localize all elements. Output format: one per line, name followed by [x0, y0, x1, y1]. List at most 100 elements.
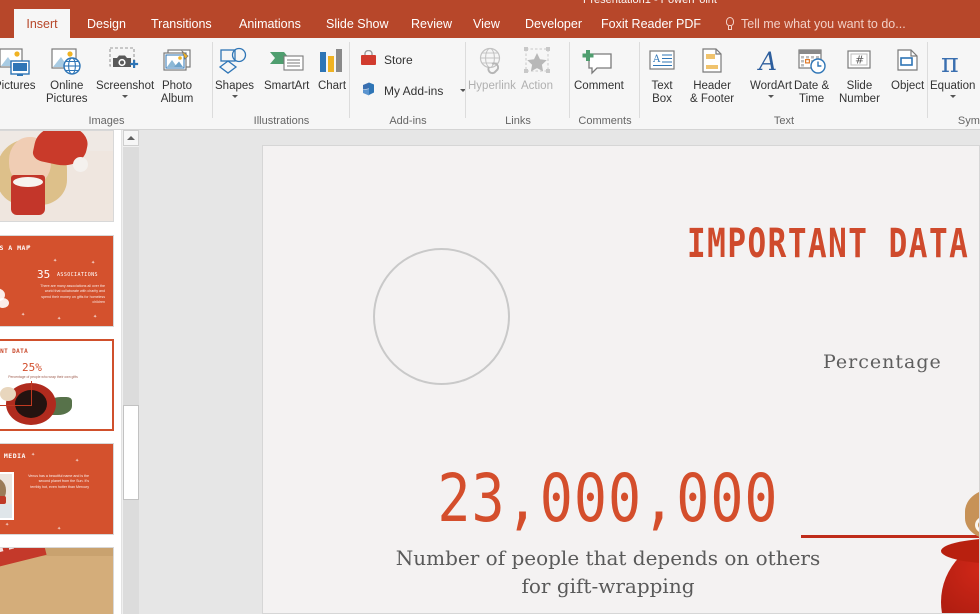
ribbon-button-photo-album[interactable]: Photo Album [158, 42, 196, 106]
ribbon-button-screenshot[interactable]: Screenshot [94, 42, 156, 98]
ribbon-button-online-pictures[interactable]: Online Pictures [44, 42, 90, 106]
list-item[interactable]: THIS IS A MAP ✦ ✦ ✦ ✦ ✦ ✦ 35 ASSOCIATION… [0, 235, 114, 327]
online-pictures-icon [50, 44, 84, 78]
scrollbar-thumb[interactable] [123, 405, 139, 500]
ribbon-button-comment[interactable]: Comment [572, 42, 626, 93]
ribbon-button-wordart[interactable]: A WordArt [748, 42, 794, 98]
snowflake-icon: ✦ [57, 316, 61, 322]
tell-me-search[interactable]: Tell me what you want to do... [725, 9, 906, 38]
tab-transitions[interactable]: Transitions [140, 9, 223, 38]
ribbon-group-label: Text [640, 115, 928, 127]
ribbon-group-label: Images [0, 115, 213, 127]
ribbon-button-pictures[interactable]: Pictures [0, 42, 38, 93]
hyperlink-icon [475, 44, 509, 78]
tab-slide-show[interactable]: Slide Show [315, 9, 400, 38]
big-number-caption[interactable]: Number of people that depends on others … [383, 544, 833, 600]
snowflake-icon: ✦ [53, 258, 57, 264]
big-number[interactable]: 23,000,000 [383, 460, 833, 537]
svg-text:#: # [855, 54, 864, 67]
photo-album-icon [160, 44, 194, 78]
chevron-down-icon[interactable] [950, 95, 956, 98]
triangle-up-icon [127, 136, 135, 140]
list-item[interactable] [0, 130, 114, 222]
header-footer-icon [696, 44, 728, 78]
tab-animations[interactable]: Animations [228, 9, 312, 38]
thumb3-title: IMPORTANT DATA [0, 348, 28, 355]
ribbon-group-comments: Comment Comments [570, 38, 640, 129]
object-icon [892, 44, 924, 78]
ribbon-button-store[interactable]: Store [360, 50, 413, 69]
ribbon-button-chart[interactable]: Chart [315, 42, 349, 93]
scroll-up-button[interactable] [123, 130, 139, 146]
tab-design[interactable]: Design [76, 9, 137, 38]
equation-icon: π [933, 44, 973, 78]
scrollbar-track[interactable] [123, 147, 139, 614]
snowflake-icon: ✦ [91, 260, 95, 266]
gingerbread-cookie [955, 482, 980, 546]
list-item-selected[interactable]: IMPORTANT DATA 25% Percentage of people … [0, 339, 114, 431]
smartart-icon [269, 44, 305, 78]
thumb5-kraft-paper [0, 556, 114, 614]
ribbon-button-slide-number[interactable]: # Slide Number [837, 42, 882, 106]
action-icon [520, 44, 554, 78]
circle-placeholder[interactable] [373, 248, 510, 385]
ribbon-button-action[interactable]: Action [518, 42, 556, 93]
ribbon-button-object[interactable]: Object [889, 42, 926, 93]
ribbon-button-my-addins[interactable]: My Add-ins [360, 81, 466, 100]
snowflake-icon: ✦ [21, 312, 25, 318]
chevron-down-icon[interactable] [768, 95, 774, 98]
thumb2-title: THIS IS A MAP [0, 244, 30, 252]
list-item[interactable] [0, 547, 114, 614]
thumb3-leader-line [31, 381, 32, 406]
wordart-icon: A [755, 44, 787, 78]
ribbon-button-text-box[interactable]: A Text Box [644, 42, 680, 106]
chevron-down-icon[interactable] [232, 95, 238, 98]
percentage-label[interactable]: Percentage [823, 351, 942, 373]
snowflake-icon: ✦ [93, 314, 97, 320]
ribbon-group-images: Pictures Online Pictures [0, 38, 213, 129]
ribbon-label: Shapes [215, 80, 254, 93]
title-bar: Presentation1 - PowerPoint [0, 0, 980, 9]
ribbon-button-shapes[interactable]: Shapes [213, 42, 256, 98]
slide-thumbnail-pane[interactable]: THIS IS A MAP ✦ ✦ ✦ ✦ ✦ ✦ 35 ASSOCIATION… [0, 130, 120, 614]
ribbon-group-addins: Store My Add-ins Add-ins [350, 38, 466, 129]
thumb1-hat-pompom [73, 157, 88, 172]
ribbon-button-date-time[interactable]: Date & Time [792, 42, 831, 106]
ribbon-label: Photo Album [161, 80, 194, 106]
snowflake-icon: ✦ [57, 526, 61, 532]
tab-view[interactable]: View [462, 9, 511, 38]
my-addins-icon [360, 81, 377, 100]
chevron-down-icon[interactable] [122, 95, 128, 98]
ribbon-label: Online Pictures [46, 80, 88, 106]
thumb4-title: SOCIAL MEDIA [0, 452, 26, 460]
pictures-icon [0, 44, 32, 78]
tab-insert[interactable]: Insert [14, 9, 70, 38]
thumb3-popcorn [0, 387, 16, 401]
text-box-icon: A [646, 44, 678, 78]
tell-me-label: Tell me what you want to do... [741, 17, 906, 31]
ribbon: Pictures Online Pictures [0, 38, 980, 130]
gingerbread-mug-image[interactable] [931, 446, 980, 614]
ribbon-button-hyperlink[interactable]: Hyperlink [466, 42, 518, 93]
slide-canvas[interactable]: IMPORTANT DATA Percentage 23,000,000 Num… [262, 145, 980, 614]
list-item[interactable]: SOCIAL MEDIA ✦ ✦ ✦ ✦ Venus has a beautif… [0, 443, 114, 535]
ribbon-button-header-footer[interactable]: Header & Footer [688, 42, 736, 106]
ribbon-button-equation[interactable]: π Equation [928, 42, 977, 98]
ribbon-group-text: A Text Box [640, 38, 928, 129]
ribbon-label: Slide Number [839, 80, 880, 106]
svg-text:A: A [757, 47, 777, 76]
thumb3-percent: 25% [22, 361, 42, 374]
ribbon-button-smartart[interactable]: SmartArt [262, 42, 311, 93]
tab-review[interactable]: Review [400, 9, 463, 38]
ribbon-label: Pictures [0, 80, 36, 93]
shapes-icon [218, 44, 252, 78]
thumbnail-scrollbar[interactable] [121, 130, 139, 614]
ribbon-label: SmartArt [264, 80, 309, 93]
thumb4-snow [0, 504, 12, 518]
tab-foxit-reader-pdf[interactable]: Foxit Reader PDF [590, 9, 712, 38]
powerpoint-window: Presentation1 - PowerPoint Insert Design… [0, 0, 980, 614]
ribbon-label: Chart [318, 80, 346, 93]
tab-developer[interactable]: Developer [514, 9, 593, 38]
snowflake-icon: ✦ [27, 244, 31, 250]
page-title[interactable]: IMPORTANT DATA [687, 221, 947, 267]
